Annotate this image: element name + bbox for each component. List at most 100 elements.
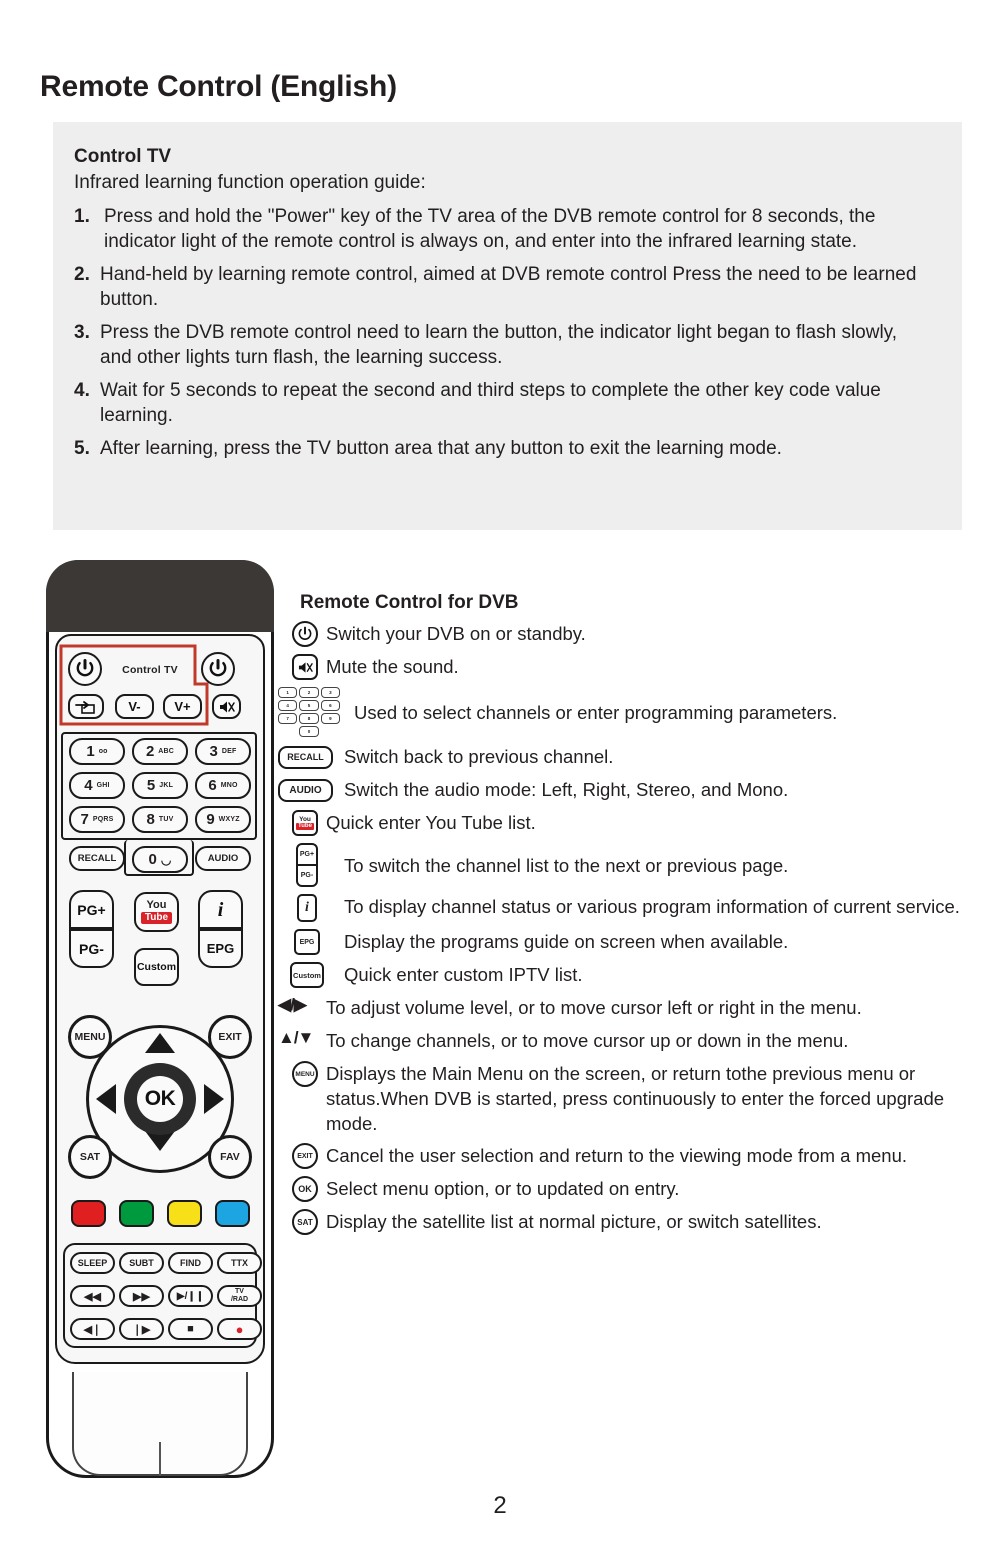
- power-icon: [209, 659, 227, 677]
- control-tv-instruction-panel: Control TV Infrared learning function op…: [53, 122, 962, 530]
- fast-forward-button[interactable]: ▶▶: [119, 1285, 164, 1307]
- power-icon: [76, 659, 94, 677]
- step-number: 3.: [74, 322, 90, 343]
- legend-icon-wrap: SAT: [278, 1209, 318, 1235]
- number-key-6[interactable]: 6 MNO: [195, 772, 251, 799]
- ok-button[interactable]: OK: [124, 1063, 196, 1135]
- mute-button[interactable]: [212, 694, 241, 719]
- legend-item-exit: EXIT Cancel the user selection and retur…: [278, 1143, 990, 1169]
- legend-icon-wrap: 1 2 3 4 5 6 7 8 9 0: [278, 687, 346, 737]
- menu-button[interactable]: MENU: [68, 1015, 112, 1059]
- fav-button[interactable]: FAV: [208, 1135, 252, 1179]
- panel-heading: Control TV: [74, 146, 172, 167]
- key-sublabel: WXYZ: [218, 816, 240, 823]
- number-key-7[interactable]: 7 PQRS: [69, 806, 125, 833]
- youtube-you-text: You: [146, 899, 167, 911]
- ok-icon: OK: [292, 1176, 318, 1202]
- key-digit: 0: [148, 851, 157, 868]
- page-down-button[interactable]: PG-: [69, 929, 114, 968]
- previous-button[interactable]: ◀❘: [70, 1318, 115, 1340]
- tv-power-button[interactable]: [68, 652, 102, 686]
- youtube-button[interactable]: You Tube: [134, 892, 179, 932]
- step-text: Hand-held by learning remote control, ai…: [100, 264, 917, 310]
- tv-radio-button[interactable]: TV /RAD: [217, 1285, 262, 1307]
- subtitle-button[interactable]: SUBT: [119, 1252, 164, 1274]
- play-pause-button[interactable]: ▶/❙❙: [168, 1285, 213, 1307]
- nav-up-arrow[interactable]: [145, 1033, 175, 1053]
- legend-item-keypad: 1 2 3 4 5 6 7 8 9 0 Used to select chann…: [278, 687, 990, 737]
- find-button[interactable]: FIND: [168, 1252, 213, 1274]
- step-text: After learning, press the TV button area…: [100, 438, 782, 459]
- volume-down-button[interactable]: V-: [115, 694, 154, 719]
- source-button[interactable]: [68, 694, 104, 719]
- power-icon: [292, 621, 318, 647]
- exit-button[interactable]: EXIT: [208, 1015, 252, 1059]
- nav-right-arrow[interactable]: [204, 1084, 224, 1114]
- sat-button[interactable]: SAT: [68, 1135, 112, 1179]
- keypad-icon-key: 1: [278, 687, 298, 698]
- legend-text: Switch back to previous channel.: [344, 746, 614, 767]
- key-digit: 4: [84, 777, 93, 794]
- key-sublabel: DEF: [221, 748, 237, 755]
- info-button[interactable]: i: [198, 890, 243, 929]
- key-sublabel: GHI: [96, 782, 110, 789]
- keypad-icon-key: 6: [320, 700, 340, 711]
- number-key-8[interactable]: 8 TUV: [132, 806, 188, 833]
- key-sublabel: oo: [98, 748, 108, 755]
- menu-icon: MENU: [292, 1061, 318, 1087]
- instruction-step: 4. Wait for 5 seconds to repeat the seco…: [74, 378, 934, 428]
- keypad-icon: 1 2 3 4 5 6 7 8 9 0: [278, 687, 340, 737]
- recall-button[interactable]: RECALL: [69, 846, 125, 871]
- teletext-button[interactable]: TTX: [217, 1252, 262, 1274]
- legend-icon-wrap: You Tube: [278, 810, 318, 836]
- audio-icon: AUDIO: [278, 778, 333, 802]
- record-button[interactable]: ●: [217, 1318, 262, 1340]
- volume-up-button[interactable]: V+: [163, 694, 202, 719]
- rewind-button[interactable]: ◀◀: [70, 1285, 115, 1307]
- key-digit: 8: [146, 811, 155, 828]
- page-down-label: PG-: [300, 872, 314, 879]
- up-down-arrow-icon: ▲/▼: [278, 1028, 314, 1047]
- key-digit: 9: [206, 811, 215, 828]
- nav-left-arrow[interactable]: [96, 1084, 116, 1114]
- tv-radio-label-top: TV: [235, 1288, 244, 1295]
- sleep-button[interactable]: SLEEP: [70, 1252, 115, 1274]
- yellow-color-button[interactable]: [167, 1200, 202, 1227]
- number-key-9[interactable]: 9 WXYZ: [195, 806, 251, 833]
- keypad-icon-key: 7: [278, 713, 298, 724]
- blue-color-button[interactable]: [215, 1200, 250, 1227]
- legend-item-info: i To display channel status or various p…: [278, 894, 990, 922]
- legend-item-ok: OK Select menu option, or to updated on …: [278, 1176, 990, 1202]
- legend-text: To display channel status or various pro…: [344, 896, 960, 917]
- number-key-0[interactable]: 0 ◡: [132, 846, 188, 873]
- legend-item-page: PG+ PG- To switch the channel list to th…: [278, 843, 990, 887]
- number-key-1[interactable]: 1 oo: [69, 738, 125, 765]
- sat-icon: SAT: [292, 1209, 318, 1235]
- youtube-icon: You Tube: [292, 810, 318, 836]
- legend-text: Used to select channels or enter program…: [354, 701, 838, 723]
- stop-button[interactable]: ■: [168, 1318, 213, 1340]
- keypad-icon-key: 8: [299, 713, 319, 724]
- keypad-icon-key: 2: [299, 687, 319, 698]
- number-key-5[interactable]: 5 JKL: [132, 772, 188, 799]
- dvb-power-button[interactable]: [201, 652, 235, 686]
- next-button[interactable]: ❘▶: [119, 1318, 164, 1340]
- number-key-3[interactable]: 3 DEF: [195, 738, 251, 765]
- navigation-ring: OK MENU EXIT SAT FAV: [68, 1015, 252, 1183]
- exit-icon: EXIT: [292, 1143, 318, 1169]
- custom-button[interactable]: Custom: [134, 948, 179, 986]
- epg-icon: EPG: [294, 929, 320, 955]
- page-up-button[interactable]: PG+: [69, 890, 114, 929]
- green-color-button[interactable]: [119, 1200, 154, 1227]
- audio-button[interactable]: AUDIO: [195, 846, 251, 871]
- key-digit: 7: [80, 811, 89, 828]
- keypad-icon-key: 4: [278, 700, 298, 711]
- red-color-button[interactable]: [71, 1200, 106, 1227]
- legend-item-up-down: ▲/▼ To change channels, or to move curso…: [278, 1028, 990, 1054]
- number-key-2[interactable]: 2 ABC: [132, 738, 188, 765]
- epg-button[interactable]: EPG: [198, 929, 243, 968]
- legend-item-menu: MENU Displays the Main Menu on the scree…: [278, 1061, 990, 1136]
- tv-radio-label-bottom: /RAD: [230, 1296, 249, 1303]
- number-key-4[interactable]: 4 GHI: [69, 772, 125, 799]
- legend-text: Quick enter You Tube list.: [326, 812, 536, 833]
